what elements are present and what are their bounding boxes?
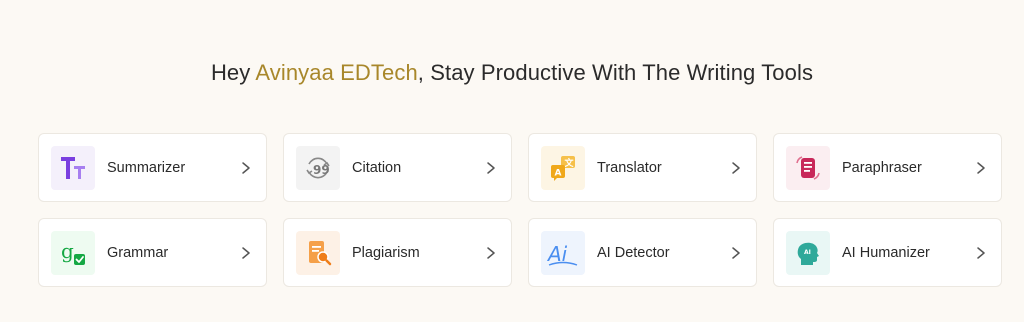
tool-label: Citation	[352, 159, 402, 176]
tool-card-plagiarism[interactable]: Plagiarism	[283, 218, 512, 287]
title-brand: Avinyaa EDTech	[255, 60, 418, 85]
tool-label: Translator	[597, 159, 662, 176]
grammar-icon: g	[51, 230, 95, 275]
tool-label: Summarizer	[107, 159, 186, 176]
tool-label: AI Humanizer	[842, 244, 930, 261]
svg-text:文: 文	[564, 157, 575, 169]
chevron-right-icon	[487, 161, 495, 174]
chevron-right-icon	[242, 161, 250, 174]
tool-card-citation[interactable]: 99 Citation	[283, 133, 512, 202]
svg-text:A: A	[555, 168, 562, 178]
chevron-right-icon	[487, 246, 495, 259]
ai-detector-icon: Ai	[541, 230, 585, 275]
tool-card-summarizer[interactable]: Summarizer	[38, 133, 267, 202]
tool-label: Plagiarism	[352, 244, 420, 261]
svg-text:99: 99	[313, 163, 330, 177]
tool-card-translator[interactable]: 文 A Translator	[528, 133, 757, 202]
tool-card-grammar[interactable]: g Grammar	[38, 218, 267, 287]
translate-icon: 文 A	[541, 145, 585, 190]
title-prefix: Hey	[210, 60, 256, 85]
chevron-right-icon	[977, 246, 985, 259]
ai-humanizer-icon: AI	[786, 230, 830, 275]
tool-card-ai-humanizer[interactable]: AI AI Humanizer	[773, 218, 1002, 287]
tool-card-paraphraser[interactable]: Paraphraser	[773, 133, 1002, 202]
title-suffix: , Stay Productive With The Writing Tools	[417, 60, 814, 85]
page-title: Hey Avinyaa EDTech, Stay Productive With…	[0, 60, 1024, 86]
tool-label: Grammar	[107, 244, 169, 261]
paraphrase-icon	[786, 145, 830, 190]
plagiarism-icon	[296, 230, 340, 275]
chevron-right-icon	[732, 246, 740, 259]
chevron-right-icon	[732, 161, 740, 174]
svg-text:AI: AI	[804, 249, 811, 256]
citation-icon: 99	[296, 145, 340, 190]
chevron-right-icon	[242, 246, 250, 259]
tools-grid: Summarizer 99 Citation 文 A Translator Pa…	[38, 133, 1002, 287]
text-size-icon	[51, 145, 95, 190]
tool-label: Paraphraser	[842, 159, 922, 176]
svg-text:g: g	[61, 239, 74, 263]
tool-label: AI Detector	[597, 244, 670, 261]
tool-card-ai-detector[interactable]: Ai AI Detector	[528, 218, 757, 287]
chevron-right-icon	[977, 161, 985, 174]
